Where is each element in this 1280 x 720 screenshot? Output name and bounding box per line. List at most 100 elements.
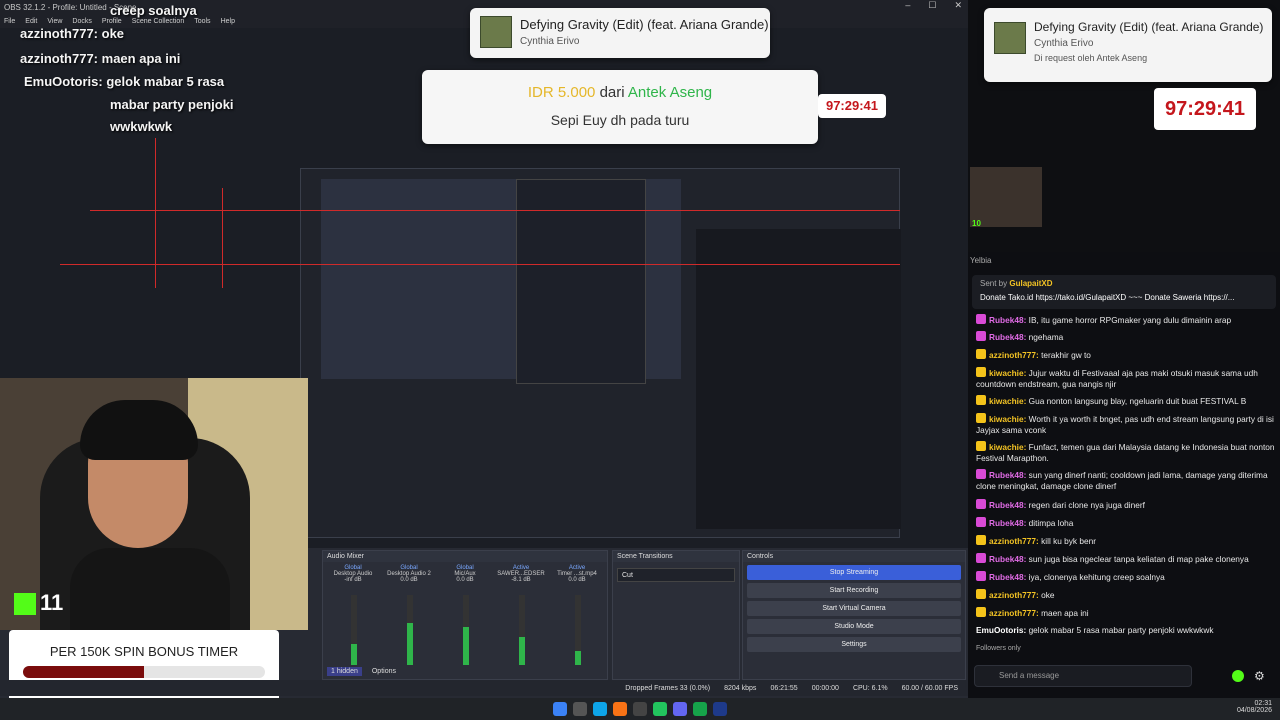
chat-username[interactable]: Rubek48 [989,470,1024,480]
chat-username[interactable]: kiwachie [989,442,1024,452]
chat-username[interactable]: kiwachie [989,414,1024,424]
pinned-message: Sent by GulapaitXD Donate Tako.id https:… [972,275,1276,309]
volume-meter[interactable] [519,595,525,665]
audio-mixer-title: Audio Mixer [323,551,607,562]
transition-select[interactable]: Cut [617,568,735,582]
settings-button[interactable]: Settings [747,637,961,652]
channel-db: 0.0 dB [568,577,586,583]
record-time: 00:00:00 [811,684,839,692]
close-icon[interactable]: ✕ [954,0,962,11]
kick-send-icon[interactable] [1232,670,1244,682]
menu-tools[interactable]: Tools [194,18,210,25]
song-request-card-right: Defying Gravity (Edit) (feat. Ariana Gra… [984,8,1272,82]
chat-username[interactable]: azzinoth777 [989,350,1036,360]
album-art [994,22,1026,54]
chat-text: regen dari clone nya juga dinerf [1028,500,1145,510]
mixer-channel[interactable]: Active SAWER...EDSER -8.1 dB [497,565,545,665]
chat-username[interactable]: Rubek48 [989,572,1024,582]
edge-icon[interactable] [593,702,607,716]
spin-bonus-title: PER 150K SPIN BONUS TIMER [49,644,239,659]
chat-username[interactable]: Rubek48 [989,315,1024,325]
song-request-card: Defying Gravity (Edit) (feat. Ariana Gra… [470,8,770,58]
chat-text: maen apa ini [1041,608,1089,618]
donation-message: Sepi Euy dh pada turu [550,112,690,128]
steam-icon[interactable] [713,702,727,716]
audio-mixer-dock: Audio Mixer Global Desktop Audio -inf dB Gl… [322,550,608,680]
kick-logo-icon [14,593,36,616]
start-menu-icon[interactable] [553,702,567,716]
pinned-sender: Sent by GulapaitXD [980,279,1053,288]
channel-db: 0.0 dB [456,577,474,583]
chat-username[interactable]: Rubek48 [989,500,1024,510]
user-badge-icon [976,589,986,599]
volume-meter[interactable] [463,595,469,665]
chat-username[interactable]: azzinoth777 [989,608,1036,618]
mixer-channel[interactable]: Global Desktop Audio -inf dB [329,565,377,665]
window-controls: – ☐ ✕ [905,0,962,11]
xbox-icon[interactable] [653,702,667,716]
overlay-chat-line: creep soalnya [110,3,197,18]
chat-username[interactable]: kiwachie [989,368,1024,378]
volume-meter[interactable] [575,595,581,665]
gear-icon[interactable]: ⚙ [1254,669,1265,683]
file-explorer-icon[interactable] [573,702,587,716]
chat-text: terakhir gw to [1041,350,1091,360]
maximize-icon[interactable]: ☐ [928,0,936,11]
obs-window: OBS 32.1.2 - Profile: Untitled - Scene… … [0,0,968,716]
volume-meter[interactable] [351,595,357,665]
menu-help[interactable]: Help [221,18,235,25]
fps: 60.00 / 60.00 FPS [901,684,958,692]
song-artist: Cynthia Erivo [520,36,580,47]
menu-file[interactable]: File [4,18,15,25]
start-recording-button[interactable]: Start Recording [747,583,961,598]
nested-capture [300,168,901,538]
menu-docks[interactable]: Docks [72,18,91,25]
volume-meter[interactable] [407,595,413,665]
chat-username[interactable]: EmuOotoris [976,625,1023,635]
mixer-channel[interactable]: Global Mic/Aux 0.0 dB [441,565,489,665]
countdown-timer-right: 97:29:41 [1154,88,1256,130]
start-virtual-camera-button[interactable]: Start Virtual Camera [747,601,961,616]
overlay-chat-line: mabar party penjoki [110,97,234,112]
firefox-icon[interactable] [613,702,627,716]
mixer-channel[interactable]: Global Desktop Audio 2 0.0 dB [385,565,433,665]
guide-line [90,210,900,211]
hidden-sources-button[interactable]: 1 hidden [327,667,362,676]
minimize-icon[interactable]: – [905,0,910,11]
spotify-icon[interactable] [693,702,707,716]
audio-mixer-footer: 1 hidden Options [327,667,396,676]
chat-username[interactable]: kiwachie [989,396,1024,406]
chat-username[interactable]: Rubek48 [989,332,1024,342]
menu-edit[interactable]: Edit [25,18,37,25]
chat-text: iya, clonenya kehitung creep soalnya [1028,572,1165,582]
menu-profile[interactable]: Profile [102,18,122,25]
mixer-channel[interactable]: Active Timer ...st.mp4 0.0 dB [553,565,601,665]
stop-streaming-button[interactable]: Stop Streaming [747,565,961,580]
options-button[interactable]: Options [372,668,396,675]
chat-message: kiwachie: Funfact, temen gua dari Malays… [976,441,1275,463]
chat-input[interactable]: Send a message [974,665,1192,687]
menu-scene-collection[interactable]: Scene Collection [132,18,185,25]
chat-username[interactable]: azzinoth777 [989,536,1036,546]
chat-username[interactable]: Rubek48 [989,518,1024,528]
followers-only-label: Followers only [976,645,1021,652]
song-requested-by: Di request oleh Antek Aseng [1034,53,1148,63]
user-badge-icon [976,553,986,563]
studio-mode-button[interactable]: Studio Mode [747,619,961,634]
screen: OBS 32.1.2 - Profile: Untitled - Scene… … [0,0,1280,720]
chat-text: Gua nonton langsung blay, ngeluarin duit… [1028,396,1247,406]
kick-viewer-count: 11 [14,590,63,616]
chat-channel: Yelbia [970,256,992,265]
user-badge-icon [976,535,986,545]
bitrate: 8204 kbps [724,684,757,692]
user-badge-icon [976,517,986,527]
chat-username[interactable]: Rubek48 [989,554,1024,564]
kick-viewer-count-small: 10 [972,219,981,228]
menu-view[interactable]: View [47,18,62,25]
obs-icon[interactable] [633,702,647,716]
user-badge-icon [976,395,986,405]
channel-db: -inf dB [344,577,362,583]
chat-username[interactable]: azzinoth777 [989,590,1036,600]
user-badge-icon [976,441,986,451]
discord-icon[interactable] [673,702,687,716]
